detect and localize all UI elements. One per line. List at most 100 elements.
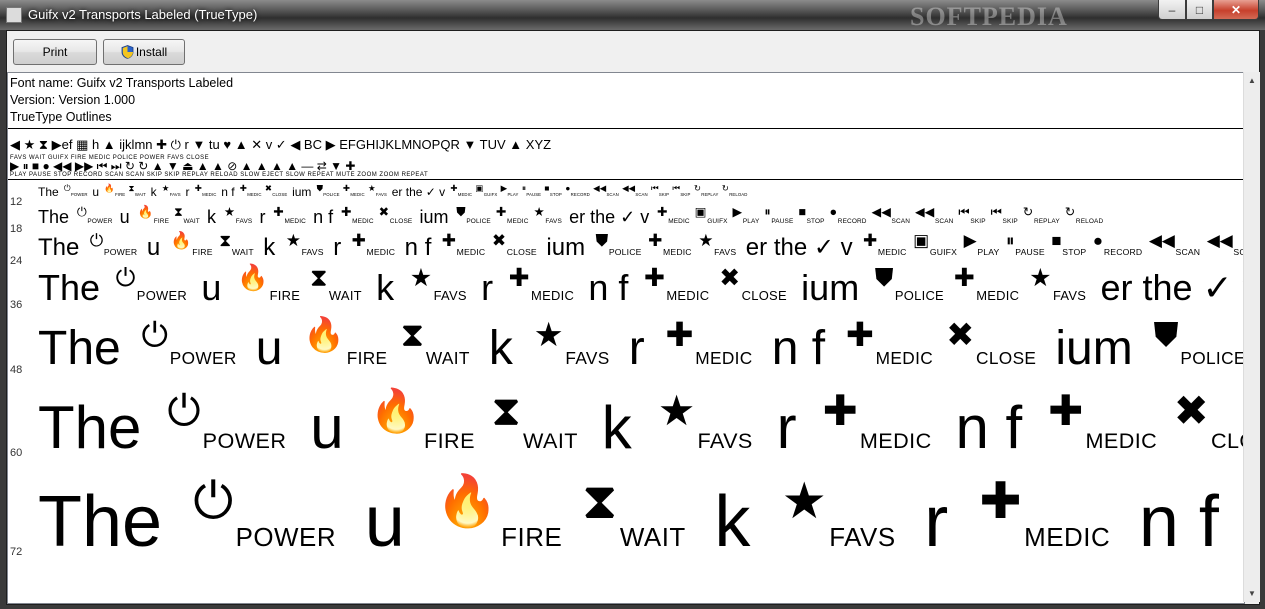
sample-word: f xyxy=(231,185,238,199)
close-icon: ✖CLOSE xyxy=(491,230,537,257)
sample-word: ium xyxy=(414,207,454,227)
sample-word: The xyxy=(38,482,183,562)
sample-word: v xyxy=(439,185,449,199)
sample-word: the xyxy=(590,207,621,227)
close-button[interactable]: ✕ xyxy=(1213,0,1259,20)
sample-word: u xyxy=(191,267,232,308)
divider xyxy=(8,179,1244,180)
reload-icon: ↻RELOAD xyxy=(1064,205,1104,225)
window-client: Print Install Font name: Guifx v2 Transp… xyxy=(6,30,1260,605)
medic-icon: ✚MEDIC xyxy=(665,316,753,368)
sample-word: n xyxy=(578,267,619,308)
medic-icon: ✚MEDIC xyxy=(239,183,262,197)
play-icon: ▶PLAY xyxy=(500,183,519,197)
sample-word: k xyxy=(475,322,527,375)
install-button[interactable]: Install xyxy=(103,39,185,65)
wait-icon: ⧗WAIT xyxy=(219,230,254,257)
title-bar: SOFTPEDIA Guifx v2 Transports Labeled (T… xyxy=(0,0,1265,31)
scroll-down-icon[interactable]: ▼ xyxy=(1248,589,1256,598)
sample-word: u xyxy=(293,394,361,461)
install-button-label: Install xyxy=(135,45,168,59)
record-icon: ●RECORD xyxy=(1092,230,1143,257)
font-preview-area[interactable]: Font name: Guifx v2 Transports Labeled V… xyxy=(7,72,1245,604)
sample-word: u xyxy=(242,322,296,375)
print-button-label: Print xyxy=(42,45,68,59)
medic-icon: ✚MEDIC xyxy=(644,264,710,303)
fire-icon: 🔥FIRE xyxy=(435,472,563,552)
medic-icon: ✚MEDIC xyxy=(340,205,374,225)
sample-word: u xyxy=(140,234,167,261)
pause-icon: ⏸PAUSE xyxy=(521,183,542,197)
power-icon: ⏻POWER xyxy=(193,472,337,552)
wait-icon: ⧗WAIT xyxy=(582,472,686,552)
close-icon: ✖CLOSE xyxy=(946,316,1037,368)
font-size-label: 72 xyxy=(10,545,23,558)
skip-icon: ⏮SKIP xyxy=(990,205,1018,225)
sample-text: The ⏻POWER u 🔥FIRE⧗WAIT k ★FAVS r ✚MEDIC… xyxy=(38,316,1245,376)
sample-word: n xyxy=(938,394,1006,461)
sample-text: The ⏻POWER u 🔥FIRE⧗WAIT k ★FAVS r ✚MEDIC… xyxy=(38,386,1244,462)
sample-word: f xyxy=(424,234,439,261)
power-icon: ⏻POWER xyxy=(167,386,287,453)
medic-icon: ✚MEDIC xyxy=(953,264,1020,303)
wait-icon: ⧗WAIT xyxy=(173,205,200,225)
sample-text: The ⏻POWER u 🔥FIRE⧗WAIT k ★FAVS r ✚MEDIC… xyxy=(38,183,749,199)
police-icon: ⛊POLICE xyxy=(595,230,642,257)
sample-word: k xyxy=(694,482,771,562)
medic-icon: ✚MEDIC xyxy=(351,230,396,257)
stop-icon: ■STOP xyxy=(544,183,562,197)
skip-icon: ⏮SKIP xyxy=(672,183,691,197)
minimize-button[interactable]: – xyxy=(1158,0,1186,20)
sample-word: er xyxy=(564,207,591,227)
stop-icon: ■STOP xyxy=(798,205,825,225)
sample-word: the xyxy=(773,234,814,261)
medic-icon: ✚MEDIC xyxy=(863,230,907,257)
sample-text: The ⏻POWER u 🔥FIRE⧗WAIT k ★FAVS r ✚MEDIC… xyxy=(38,472,1244,563)
caption-buttons: – □ ✕ xyxy=(1158,0,1259,20)
sample-word: k xyxy=(585,394,649,461)
vertical-scrollbar[interactable]: ▲ ▼ xyxy=(1243,72,1260,602)
wait-icon: ⧗WAIT xyxy=(491,386,578,453)
close-icon: ✖CLOSE xyxy=(264,183,288,197)
medic-icon: ✚MEDIC xyxy=(273,205,306,225)
sample-word: r xyxy=(471,267,504,308)
guifx-icon: ▣GUIFX xyxy=(694,205,728,225)
medic-icon: ✚MEDIC xyxy=(648,230,692,257)
medic-icon: ✚MEDIC xyxy=(979,472,1111,552)
sample-word: v xyxy=(840,234,860,261)
sample-word: the xyxy=(405,185,426,199)
wait-icon: ⧗WAIT xyxy=(309,264,362,303)
sample-word: er xyxy=(1090,267,1143,308)
print-button[interactable]: Print xyxy=(13,39,97,65)
pause-icon: ⏸PAUSE xyxy=(1006,230,1045,257)
charset-line-1: ◀ ★ ⧗ ▶ef ▦ h ▲ ijklmn ✚ ⏻ r ▼ tu ♥ ▲ ✕ … xyxy=(10,137,551,153)
sample-word: the xyxy=(1142,267,1203,308)
sample-word: u xyxy=(114,207,135,227)
sample-word: r xyxy=(615,322,659,375)
power-icon: ⏻POWER xyxy=(63,183,88,197)
skip-icon: ⏮SKIP xyxy=(958,205,986,225)
sample-word: n xyxy=(1118,482,1199,562)
medic-icon: ✚MEDIC xyxy=(450,183,473,197)
medic-icon: ✚MEDIC xyxy=(342,183,365,197)
medic-icon: ✚MEDIC xyxy=(194,183,217,197)
uac-shield-icon xyxy=(121,45,134,59)
skip-icon: ⏮SKIP xyxy=(650,183,670,197)
font-size-label: 60 xyxy=(10,447,23,459)
replay-icon: ↻REPLAY xyxy=(1022,205,1060,225)
police-icon: ⛊POLICE xyxy=(1153,316,1245,368)
sample-text: The ⏻POWER u 🔥FIRE⧗WAIT k ★FAVS r ✚MEDIC… xyxy=(38,205,1105,228)
scroll-up-icon[interactable]: ▲ xyxy=(1248,76,1256,85)
medic-icon: ✚MEDIC xyxy=(1048,386,1158,453)
sample-word: ium xyxy=(1042,322,1147,375)
record-icon: ●RECORD xyxy=(829,205,867,225)
police-icon: ⛊POLICE xyxy=(316,183,340,197)
maximize-button[interactable]: □ xyxy=(1186,0,1213,20)
stop-icon: ■STOP xyxy=(1051,230,1087,257)
sample-word: k xyxy=(366,267,405,308)
sample-text: The ⏻POWER u 🔥FIRE⧗WAIT k ★FAVS r ✚MEDIC… xyxy=(38,264,1244,309)
medic-icon: ✚MEDIC xyxy=(845,316,934,368)
scan-icon: ◀◀SCAN xyxy=(622,183,648,197)
window-title: Guifx v2 Transports Labeled (TrueType) xyxy=(28,7,258,22)
divider xyxy=(8,128,1244,129)
